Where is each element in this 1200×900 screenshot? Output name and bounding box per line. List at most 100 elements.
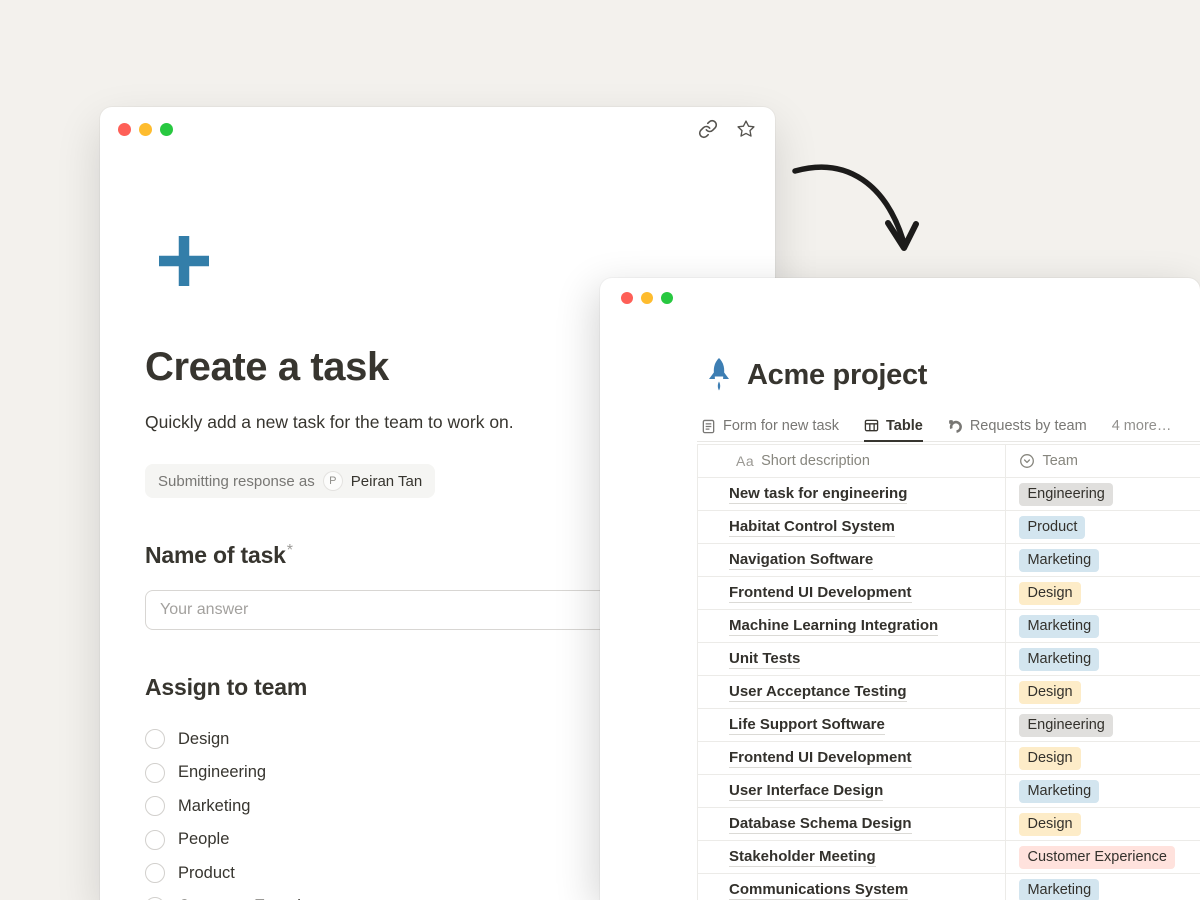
task-title-cell[interactable]: Unit Tests <box>698 643 1005 675</box>
task-title-cell[interactable]: New task for engineering <box>698 478 1005 510</box>
link-icon[interactable] <box>697 118 719 140</box>
team-tag[interactable]: Design <box>1019 681 1080 704</box>
task-title-cell[interactable]: Navigation Software <box>698 544 1005 576</box>
window-controls <box>621 292 673 304</box>
team-tag[interactable]: Design <box>1019 747 1080 770</box>
team-cell[interactable]: Engineering <box>1005 478 1200 510</box>
team-cell[interactable]: Design <box>1005 742 1200 774</box>
view-tabs: Form for new task Table Requests by team <box>697 411 1200 441</box>
tab-form-for-new-task[interactable]: Form for new task <box>701 411 839 441</box>
task-title[interactable]: Machine Learning Integration <box>729 617 938 636</box>
minimize-window-button[interactable] <box>641 292 653 304</box>
team-tag[interactable]: Marketing <box>1019 648 1099 671</box>
select-property-icon <box>1019 453 1035 469</box>
radio-button-icon[interactable] <box>145 830 165 850</box>
column-label: Short description <box>761 453 870 469</box>
team-tag[interactable]: Engineering <box>1019 714 1112 737</box>
tab-requests-by-team[interactable]: Requests by team <box>948 411 1087 441</box>
team-cell[interactable]: Marketing <box>1005 874 1200 900</box>
team-cell[interactable]: Customer Experience <box>1005 841 1200 873</box>
team-tag[interactable]: Design <box>1019 813 1080 836</box>
zoom-window-button[interactable] <box>661 292 673 304</box>
tab-more[interactable]: 4 more… <box>1112 411 1172 441</box>
task-title[interactable]: Life Support Software <box>729 716 885 735</box>
team-option-label: People <box>178 830 229 849</box>
table-row[interactable]: Frontend UI Development Design <box>698 742 1200 775</box>
task-title[interactable]: Communications System <box>729 881 908 900</box>
table-row[interactable]: User Interface Design Marketing <box>698 775 1200 808</box>
team-cell[interactable]: Product <box>1005 511 1200 543</box>
table-row[interactable]: Database Schema Design Design <box>698 808 1200 841</box>
table-row[interactable]: Machine Learning Integration Marketing <box>698 610 1200 643</box>
close-window-button[interactable] <box>621 292 633 304</box>
team-cell[interactable]: Marketing <box>1005 643 1200 675</box>
task-title-cell[interactable]: Frontend UI Development <box>698 742 1005 774</box>
column-label: Team <box>1042 453 1077 469</box>
table-row[interactable]: User Acceptance Testing Design <box>698 676 1200 709</box>
text-property-icon: Aa <box>736 453 754 469</box>
task-title[interactable]: Database Schema Design <box>729 815 912 834</box>
task-title-cell[interactable]: Machine Learning Integration <box>698 610 1005 642</box>
close-window-button[interactable] <box>118 123 131 136</box>
team-tag[interactable]: Customer Experience <box>1019 846 1174 869</box>
team-cell[interactable]: Design <box>1005 808 1200 840</box>
task-title[interactable]: Frontend UI Development <box>729 584 912 603</box>
submitting-user-name: Peiran Tan <box>351 473 422 490</box>
table-row[interactable]: New task for engineering Engineering <box>698 478 1200 511</box>
task-title[interactable]: Navigation Software <box>729 551 873 570</box>
table-row[interactable]: Navigation Software Marketing <box>698 544 1200 577</box>
team-cell[interactable]: Design <box>1005 577 1200 609</box>
radio-button-icon[interactable] <box>145 729 165 749</box>
table-row[interactable]: Life Support Software Engineering <box>698 709 1200 742</box>
project-header: Acme project <box>706 356 1200 394</box>
plus-page-icon <box>156 233 212 289</box>
chart-view-icon <box>948 419 963 434</box>
table-row[interactable]: Communications System Marketing <box>698 874 1200 900</box>
tab-table[interactable]: Table <box>864 411 923 442</box>
table-row[interactable]: Habitat Control System Product <box>698 511 1200 544</box>
task-title-cell[interactable]: Life Support Software <box>698 709 1005 741</box>
task-title-cell[interactable]: Database Schema Design <box>698 808 1005 840</box>
team-tag[interactable]: Marketing <box>1019 879 1099 900</box>
team-cell[interactable]: Design <box>1005 676 1200 708</box>
task-title[interactable]: Habitat Control System <box>729 518 895 537</box>
team-cell[interactable]: Engineering <box>1005 709 1200 741</box>
radio-button-icon[interactable] <box>145 796 165 816</box>
team-cell[interactable]: Marketing <box>1005 775 1200 807</box>
task-title-cell[interactable]: Communications System <box>698 874 1005 900</box>
radio-button-icon[interactable] <box>145 763 165 783</box>
task-title[interactable]: Stakeholder Meeting <box>729 848 876 867</box>
task-title-cell[interactable]: User Interface Design <box>698 775 1005 807</box>
team-tag[interactable]: Marketing <box>1019 549 1099 572</box>
team-tag[interactable]: Design <box>1019 582 1080 605</box>
task-title-cell[interactable]: Stakeholder Meeting <box>698 841 1005 873</box>
task-title-cell[interactable]: Habitat Control System <box>698 511 1005 543</box>
column-header-team[interactable]: Team <box>1005 445 1200 477</box>
team-tag[interactable]: Engineering <box>1019 483 1112 506</box>
task-title[interactable]: Frontend UI Development <box>729 749 912 768</box>
form-view-icon <box>701 419 716 434</box>
zoom-window-button[interactable] <box>160 123 173 136</box>
task-title[interactable]: User Acceptance Testing <box>729 683 907 702</box>
column-header-short-description[interactable]: Aa Short description <box>698 445 1005 477</box>
team-tag[interactable]: Marketing <box>1019 615 1099 638</box>
minimize-window-button[interactable] <box>139 123 152 136</box>
star-icon[interactable] <box>735 118 757 140</box>
radio-button-icon[interactable] <box>145 897 165 900</box>
task-title-cell[interactable]: User Acceptance Testing <box>698 676 1005 708</box>
table-row[interactable]: Stakeholder Meeting Customer Experience <box>698 841 1200 874</box>
table-row[interactable]: Unit Tests Marketing <box>698 643 1200 676</box>
task-title-cell[interactable]: Frontend UI Development <box>698 577 1005 609</box>
team-cell[interactable]: Marketing <box>1005 610 1200 642</box>
team-tag[interactable]: Marketing <box>1019 780 1099 803</box>
submitting-as-chip: Submitting response as P Peiran Tan <box>145 464 435 498</box>
task-title[interactable]: New task for engineering <box>729 485 907 504</box>
submitting-as-label: Submitting response as <box>158 473 315 490</box>
task-title[interactable]: Unit Tests <box>729 650 800 669</box>
table-row[interactable]: Frontend UI Development Design <box>698 577 1200 610</box>
radio-button-icon[interactable] <box>145 863 165 883</box>
team-tag[interactable]: Product <box>1019 516 1085 539</box>
team-cell[interactable]: Marketing <box>1005 544 1200 576</box>
task-title[interactable]: User Interface Design <box>729 782 883 801</box>
form-window-titlebar <box>100 107 775 151</box>
